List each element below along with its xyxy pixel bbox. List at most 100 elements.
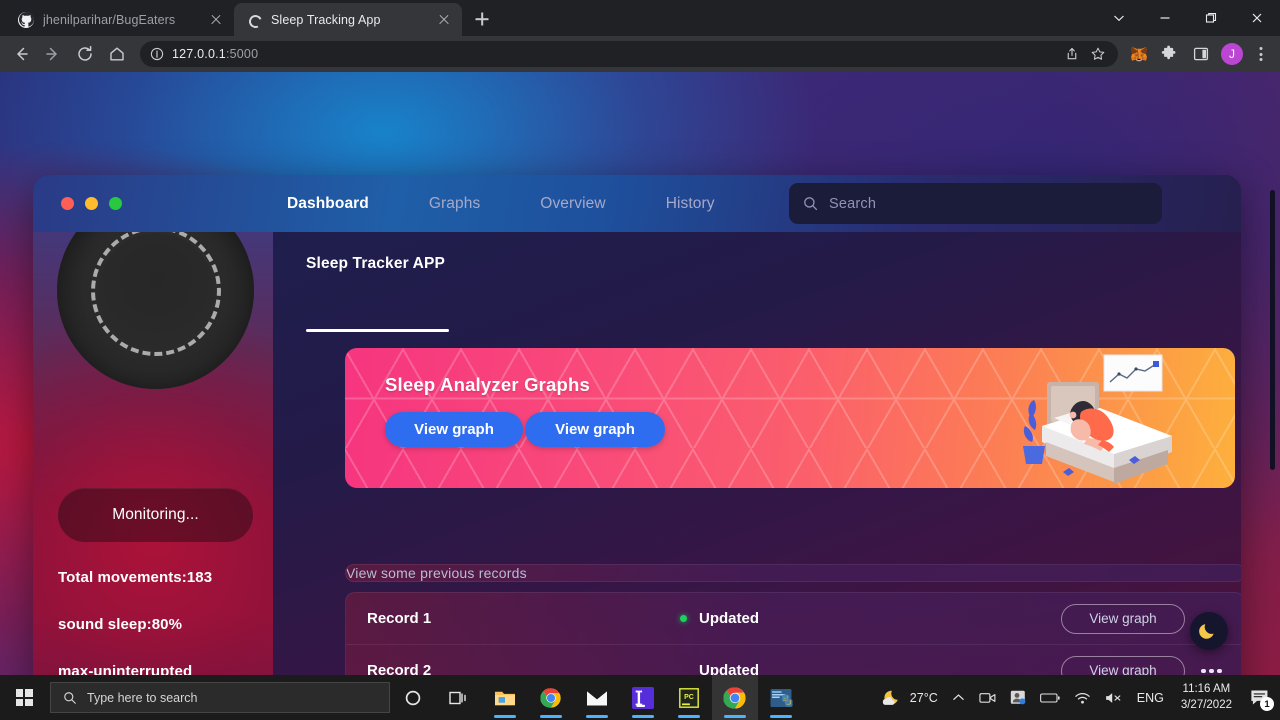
close-icon[interactable] xyxy=(1234,0,1280,36)
theme-toggle-button[interactable] xyxy=(1190,612,1228,650)
browser-tab-github[interactable]: jhenilparihar/BugEaters xyxy=(6,3,234,36)
view-graph-button[interactable]: View graph xyxy=(1061,655,1185,675)
view-graph-button-2[interactable]: View graph xyxy=(525,412,665,447)
forward-icon[interactable] xyxy=(38,39,68,69)
chevron-down-icon[interactable] xyxy=(1096,0,1142,36)
clock-date: 3/27/2022 xyxy=(1180,698,1232,711)
close-dot[interactable] xyxy=(61,197,74,210)
mail-icon[interactable] xyxy=(574,675,620,720)
table-row[interactable]: Record 1 Updated View graph xyxy=(346,593,1241,645)
view-graph-button-1[interactable]: View graph xyxy=(385,412,523,447)
browser-tab-title: jhenilparihar/BugEaters xyxy=(43,12,176,27)
file-explorer-icon[interactable] xyxy=(482,675,528,720)
stat-max-uninterrupted: max-uninterrupted xyxy=(58,663,193,675)
search-input[interactable]: Search xyxy=(789,183,1162,224)
new-tab-button[interactable] xyxy=(468,5,496,33)
active-tab-indicator xyxy=(306,329,449,332)
search-icon xyxy=(804,197,818,211)
windows-taskbar: Type here to search PC 27°C ENG 11:16 AM… xyxy=(0,675,1280,720)
page-viewport: Dashboard Graphs Overview History Monito… xyxy=(0,72,1280,675)
browser-menu-icon[interactable] xyxy=(1248,41,1274,67)
volume-muted-icon[interactable] xyxy=(1098,675,1130,720)
video-camera-icon xyxy=(979,692,996,703)
extensions-puzzle-icon[interactable] xyxy=(1154,39,1184,69)
browser-tab-sleep-tracking-app[interactable]: Sleep Tracking App xyxy=(234,3,462,36)
close-icon[interactable] xyxy=(208,12,224,28)
back-icon[interactable] xyxy=(6,39,36,69)
wifi-icon xyxy=(1075,692,1090,704)
intellij-icon[interactable] xyxy=(620,675,666,720)
chrome-active-icon[interactable] xyxy=(712,675,758,720)
sleep-tracker-app: Dashboard Graphs Overview History Monito… xyxy=(33,175,1241,675)
share-icon[interactable] xyxy=(1060,42,1084,66)
reload-icon[interactable] xyxy=(70,39,100,69)
omnibox-actions xyxy=(1060,42,1110,66)
minimize-dot[interactable] xyxy=(85,197,98,210)
profile-avatar[interactable]: J xyxy=(1221,43,1243,65)
language-text: ENG xyxy=(1136,690,1164,705)
search-icon xyxy=(64,691,76,704)
notification-count-badge: 1 xyxy=(1260,697,1274,711)
table-row[interactable]: Record 2 Updated View graph xyxy=(346,645,1241,675)
site-info-icon[interactable] xyxy=(150,47,164,61)
wifi-icon[interactable] xyxy=(1067,675,1098,720)
browser-toolbar: 127.0.0.1:5000 J xyxy=(0,36,1280,72)
bookmark-star-icon[interactable] xyxy=(1086,42,1110,66)
status-dot-icon xyxy=(680,615,687,622)
sleeping-person-illustration xyxy=(1023,354,1172,484)
moon-icon xyxy=(1199,624,1214,639)
records-list: Record 1 Updated View graph Record 2 Upd… xyxy=(345,592,1241,675)
taskbar-clock[interactable]: 11:16 AM 3/27/2022 xyxy=(1171,675,1242,720)
sidebar: Monitoring... Total movements:183 sound … xyxy=(33,232,273,675)
window-traffic-lights xyxy=(33,197,273,210)
tab-graphs[interactable]: Graphs xyxy=(415,175,494,232)
browser-tab-strip: jhenilparihar/BugEaters Sleep Tracking A… xyxy=(0,0,1280,36)
sleep-analyzer-banner: Sleep Analyzer Graphs View graph View gr… xyxy=(345,348,1235,488)
temperature-text: 27°C xyxy=(909,690,938,705)
moon-weather-icon xyxy=(882,690,898,705)
svg-text:PC: PC xyxy=(684,694,694,701)
cortana-icon[interactable] xyxy=(390,675,436,720)
taskbar-search-input[interactable]: Type here to search xyxy=(50,682,390,713)
weather-widget[interactable]: 27°C xyxy=(873,675,945,720)
url-text: 127.0.0.1:5000 xyxy=(172,47,259,61)
chrome-icon[interactable] xyxy=(528,675,574,720)
record-name: Record 1 xyxy=(367,610,432,627)
task-view-icon[interactable] xyxy=(436,675,482,720)
battery-icon[interactable] xyxy=(1033,675,1067,720)
app-globe-icon xyxy=(246,12,262,28)
page-scrollbar[interactable] xyxy=(1270,190,1275,470)
home-icon[interactable] xyxy=(102,39,132,69)
windows-logo-icon xyxy=(15,689,33,706)
python-editor-icon[interactable] xyxy=(758,675,804,720)
more-options-icon[interactable] xyxy=(1200,666,1226,676)
window-controls xyxy=(1096,0,1280,36)
address-bar[interactable]: 127.0.0.1:5000 xyxy=(140,41,1118,67)
notifications-button[interactable]: 1 xyxy=(1242,675,1276,720)
close-icon[interactable] xyxy=(436,12,452,28)
start-button[interactable] xyxy=(0,675,48,720)
restore-icon[interactable] xyxy=(1188,0,1234,36)
chrome-browser-window: jhenilparihar/BugEaters Sleep Tracking A… xyxy=(0,0,1280,675)
minimize-icon[interactable] xyxy=(1142,0,1188,36)
status-badge: Updated xyxy=(699,610,759,627)
record-name: Record 2 xyxy=(367,662,432,675)
speaker-mute-icon xyxy=(1105,692,1121,703)
tab-dashboard[interactable]: Dashboard xyxy=(273,175,383,232)
app-tray-icon[interactable] xyxy=(1003,675,1033,720)
tab-history[interactable]: History xyxy=(652,175,729,232)
pycharm-icon[interactable]: PC xyxy=(666,675,712,720)
github-icon xyxy=(18,11,34,28)
show-hidden-icons-button[interactable] xyxy=(945,675,972,720)
metamask-fox-icon[interactable] xyxy=(1126,41,1152,67)
search-placeholder: Search xyxy=(829,195,877,212)
people-app-icon xyxy=(1010,690,1026,705)
camera-tray-icon[interactable] xyxy=(972,675,1003,720)
side-panel-icon[interactable] xyxy=(1186,39,1216,69)
records-section-title: View some previous records xyxy=(345,564,1241,582)
language-indicator[interactable]: ENG xyxy=(1130,675,1171,720)
tab-overview[interactable]: Overview xyxy=(526,175,619,232)
view-graph-button[interactable]: View graph xyxy=(1061,603,1185,634)
monitoring-button[interactable]: Monitoring... xyxy=(58,488,253,542)
maximize-dot[interactable] xyxy=(109,197,122,210)
